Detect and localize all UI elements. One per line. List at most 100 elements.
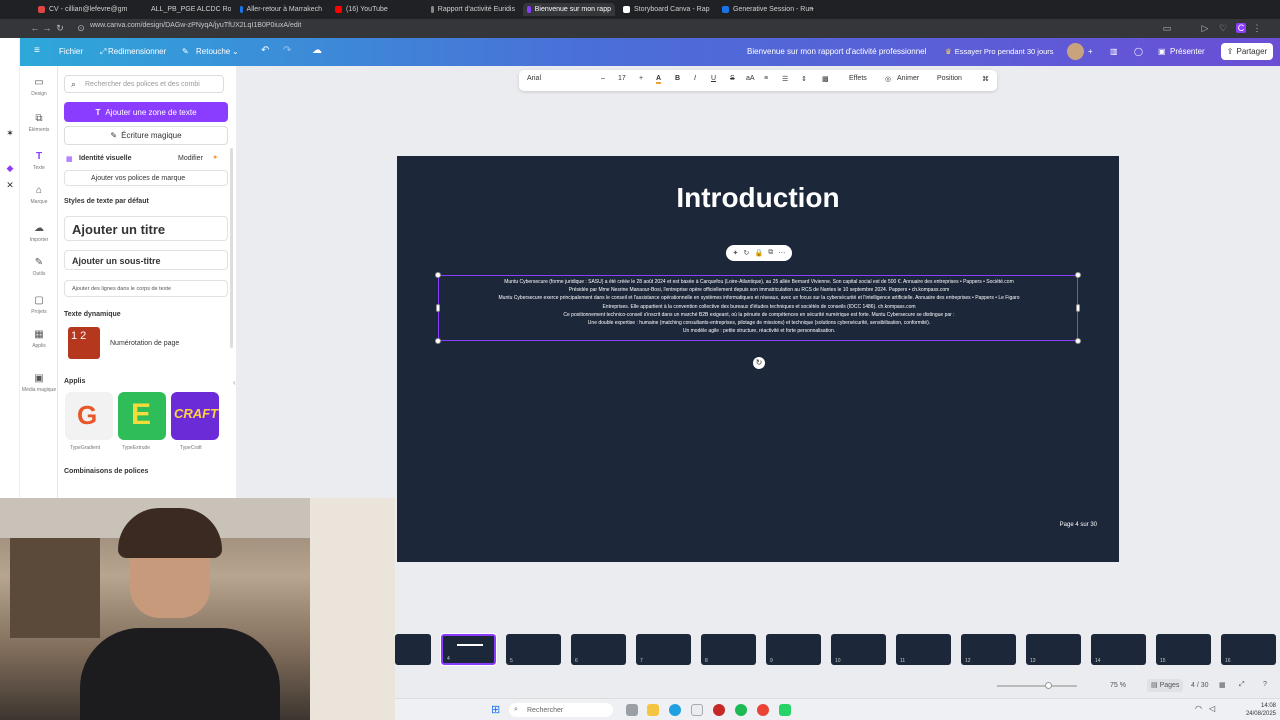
hamburger-icon[interactable]: ≡ (34, 45, 40, 56)
panel-scrollbar[interactable] (230, 148, 233, 348)
rail-item[interactable]: ▦ Applis (20, 330, 58, 350)
spacing-icon[interactable]: ⇕ (801, 75, 807, 83)
cloud-save-icon[interactable]: ☁ (312, 45, 322, 56)
add-subtitle-button[interactable]: Ajouter un sous-titre (64, 250, 228, 270)
comment-icon[interactable]: ◯ (1134, 47, 1143, 56)
modify-brand-link[interactable]: Modifier (178, 155, 203, 162)
lock-icon[interactable]: 🔒 (754, 249, 763, 257)
page-thumbnail[interactable]: 7 (636, 634, 691, 665)
extensions-icon[interactable]: ⋮ (1252, 23, 1262, 33)
zoom-slider-thumb[interactable] (1045, 682, 1052, 689)
font-family-select[interactable]: Arial (527, 75, 541, 82)
text-color-icon[interactable]: A (656, 75, 662, 84)
help-icon[interactable]: ? (1263, 681, 1267, 688)
rail-item[interactable]: ⌂ Marque (20, 186, 58, 206)
share-button[interactable]: ⇪ Partager (1221, 43, 1273, 60)
increase-size-icon[interactable]: + (639, 75, 643, 82)
zoom-slider[interactable] (997, 685, 1077, 687)
search-input[interactable]: ⌕ Rechercher des polices et des combi (64, 75, 224, 93)
taskbar-clock[interactable]: 14:08 24/08/2025 (1246, 702, 1276, 718)
page-thumbnail[interactable]: 4 (440, 633, 497, 666)
strikethrough-icon[interactable]: S (730, 75, 735, 82)
font-size-input[interactable]: 17 (618, 75, 626, 82)
volume-icon[interactable]: ◁ (1209, 704, 1221, 716)
rail-item[interactable]: ☁ Importer (20, 224, 58, 244)
try-pro-button[interactable]: ♛ Essayer Pro pendant 30 jours (940, 43, 1059, 60)
back-icon[interactable]: ← (30, 23, 40, 33)
browser-tab[interactable]: Generative Session - Run (718, 3, 818, 16)
file-explorer-icon[interactable] (647, 704, 659, 716)
resize-handle[interactable] (436, 304, 440, 312)
opera-icon[interactable] (713, 704, 725, 716)
present-button[interactable]: Présenter (1170, 47, 1205, 56)
pages-view-button[interactable]: ▤ Pages (1147, 679, 1184, 692)
page-numbering-button[interactable]: 1 2 Numérotation de page (64, 325, 228, 363)
grid-view-icon[interactable]: ▦ (1219, 681, 1226, 689)
page-thumbnail[interactable]: 5 (506, 634, 561, 665)
reload-icon[interactable]: ↻ (55, 23, 65, 33)
body-text[interactable]: Muntu Cybersecure (forme juridique : SAS… (443, 278, 1075, 335)
page-thumbnail[interactable]: 14 (1091, 634, 1146, 665)
browser-tab[interactable]: Storyboard Canva - Rap (619, 3, 714, 16)
page-thumbnail[interactable]: 16 (1221, 634, 1276, 665)
browser-tab[interactable]: Rapport d'activité Euridis (427, 3, 519, 16)
windows-start-icon[interactable]: ⊞ (491, 704, 503, 716)
add-body-text-button[interactable]: Ajouter des lignes dans le corps de text… (64, 280, 228, 297)
rotate-refresh-icon[interactable]: ↻ (744, 249, 750, 257)
magic-write-button[interactable]: ✎ Écriture magique (64, 126, 228, 145)
analytics-icon[interactable]: ▥ (1110, 47, 1118, 56)
spotify-icon[interactable] (735, 704, 747, 716)
add-text-box-button[interactable]: T Ajouter une zone de texte (64, 102, 228, 122)
bold-icon[interactable]: B (675, 75, 680, 82)
slide-title[interactable]: Introduction (397, 182, 1119, 214)
list-icon[interactable]: ☰ (782, 75, 788, 83)
magic-edit-icon[interactable]: ✦ (733, 249, 739, 257)
site-info-icon[interactable]: ⊙ (76, 23, 86, 33)
redo-icon[interactable]: ↷ (283, 45, 291, 56)
more-options-icon[interactable]: ⋯ (778, 249, 785, 257)
ai-icon[interactable]: ✶ (5, 128, 15, 138)
profile-icon[interactable]: C (1236, 23, 1246, 33)
page-thumbnail[interactable]: 10 (831, 634, 886, 665)
file-menu[interactable]: Fichier (59, 47, 83, 56)
rail-item[interactable]: ▣ Média magique (20, 374, 58, 394)
slide-canvas[interactable]: Introduction ✦ ↻ 🔒 ⧉ ⋯ Muntu Cybersecure… (397, 156, 1119, 562)
browser-tab[interactable]: ALL_PB_PGE ALCDC Ro... (143, 3, 231, 16)
decrease-size-icon[interactable]: – (601, 75, 605, 82)
play-icon[interactable]: ▷ (1200, 23, 1210, 33)
rotate-handle-icon[interactable]: ↻ (753, 357, 765, 369)
document-title[interactable]: Bienvenue sur mon rapport d'activité pro… (747, 47, 926, 56)
collapse-panel-icon[interactable]: ‹ (233, 378, 236, 387)
typeextrude-app[interactable]: E (118, 392, 166, 440)
add-collaborator-icon[interactable]: + (1088, 47, 1093, 56)
x-icon[interactable]: ✕ (5, 180, 15, 190)
selected-text-box[interactable]: Muntu Cybersecure (forme juridique : SAS… (435, 272, 1081, 344)
underline-icon[interactable]: U (711, 75, 716, 82)
url-field[interactable]: www.canva.com/design/DAGw-zPNyqA/jyuTfUX… (90, 22, 301, 29)
task-view-icon[interactable] (626, 704, 638, 716)
resize-handle[interactable] (435, 272, 441, 278)
retouch-menu[interactable]: Retouche (196, 47, 230, 56)
page-thumbnail[interactable]: 13 (1026, 634, 1081, 665)
browser-tab[interactable]: CV - cillian@lefevre@gm (34, 3, 134, 16)
edge-icon[interactable] (669, 704, 681, 716)
add-title-button[interactable]: Ajouter un titre (64, 216, 228, 241)
fullscreen-icon[interactable]: ⤢ (1239, 681, 1245, 689)
twitch-icon[interactable]: ◆ (5, 163, 15, 173)
wifi-icon[interactable]: ◠ (1195, 704, 1207, 716)
rail-item[interactable]: ▢ Projets (20, 296, 58, 316)
taskbar-search[interactable]: ⌕ Rechercher (509, 703, 613, 717)
page-thumbnail[interactable]: 12 (961, 634, 1016, 665)
italic-icon[interactable]: I (694, 75, 696, 82)
paint-format-icon[interactable]: ⌘ (982, 75, 989, 83)
resize-handle[interactable] (1076, 304, 1080, 312)
undo-icon[interactable]: ↶ (261, 45, 269, 56)
cast-icon[interactable]: ▭ (1162, 23, 1172, 33)
rail-item[interactable]: T Texte (20, 152, 58, 172)
position-button[interactable]: Position (937, 75, 962, 82)
align-center-icon[interactable]: ≡ (764, 75, 768, 82)
animate-button[interactable]: Animer (897, 75, 919, 82)
typecraft-app[interactable]: CRAFT (171, 392, 219, 440)
chrome-icon[interactable] (757, 704, 769, 716)
rail-item[interactable]: ▭ Design (20, 78, 58, 98)
